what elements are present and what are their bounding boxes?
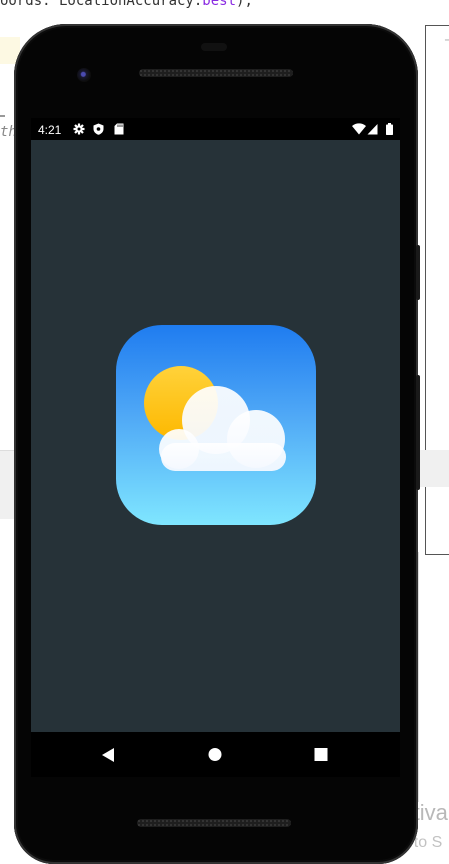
volume-rocker[interactable] [416, 375, 420, 490]
shield-icon [93, 123, 104, 135]
back-icon[interactable] [97, 744, 119, 766]
background-gutter-mark [0, 115, 5, 117]
status-bar: 4:21 [31, 118, 400, 140]
wifi-icon [352, 123, 366, 135]
signal-icon [367, 124, 378, 135]
status-time: 4:21 [38, 123, 62, 137]
recents-icon[interactable] [310, 744, 332, 766]
sd-card-icon [114, 123, 124, 135]
top-notch [201, 43, 227, 51]
home-icon[interactable] [204, 744, 226, 766]
code-text: oords: LocationAccuracy.best); [0, 0, 253, 8]
code-keyword: best [202, 0, 237, 8]
battery-icon [386, 123, 393, 135]
weather-app-icon [116, 325, 316, 525]
background-panel-band [420, 450, 449, 487]
sun-cloud-icon [144, 366, 286, 471]
earpiece-speaker [139, 69, 293, 77]
panel-glyph: ⁻ [444, 34, 449, 50]
app-screen [31, 140, 400, 732]
background-code-line: oords: LocationAccuracy.best); [0, 0, 449, 8]
background-panel-divider [418, 552, 449, 802]
settings-icon [73, 123, 85, 135]
power-button[interactable] [416, 245, 420, 300]
front-camera [77, 68, 91, 82]
navigation-bar [31, 732, 400, 777]
bottom-speaker [137, 819, 291, 827]
